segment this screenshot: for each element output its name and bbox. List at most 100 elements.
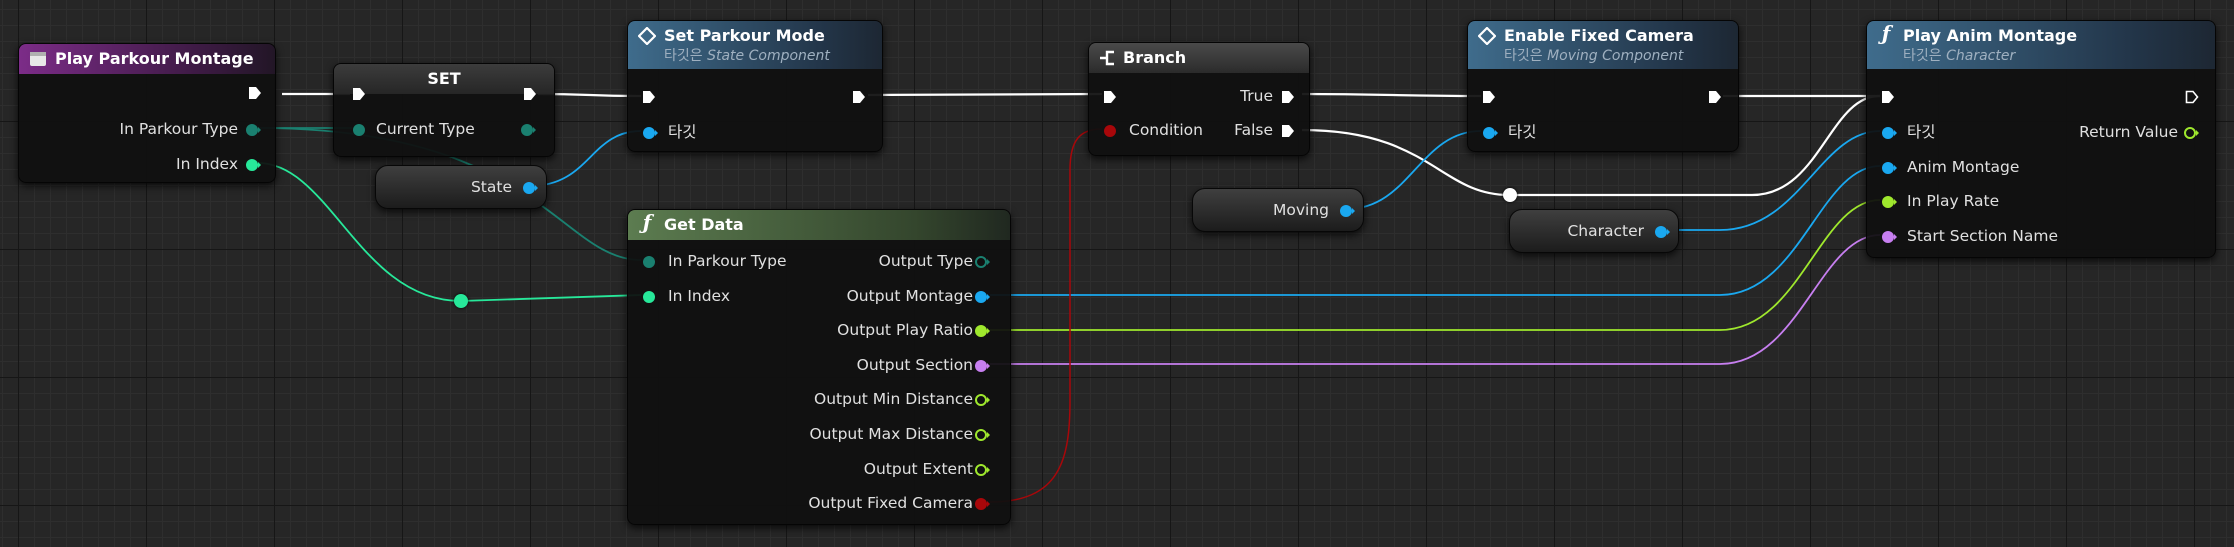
pin-label-in-play-rate: In Play Rate <box>1907 192 2000 210</box>
int-wire-knot-to-getdata <box>460 294 642 302</box>
pin-label-in-index: In Index <box>668 287 730 305</box>
output-extent-pin[interactable] <box>974 462 990 476</box>
node-header: ƒ Play Anim Montage 타깃은 Character <box>1867 21 2215 69</box>
exec-wire-true-to-camera <box>1301 92 1482 98</box>
output-max-distance-pin[interactable] <box>974 427 990 441</box>
var-label: Character <box>1567 222 1644 240</box>
exec-out-pin[interactable] <box>248 85 262 99</box>
target-in-pin[interactable] <box>1482 125 1498 139</box>
object-wire-moving-to-camera <box>1346 130 1482 210</box>
node-play-parkour-montage[interactable]: Play Parkour Montage In Parkour Type In … <box>18 43 276 183</box>
exec-out-pin[interactable] <box>2185 89 2199 104</box>
function-diamond-icon <box>638 27 656 45</box>
function-icon: ƒ <box>642 210 652 234</box>
output-type-pin[interactable] <box>974 254 990 268</box>
output-section-pin[interactable] <box>974 358 990 372</box>
node-enable-fixed-camera[interactable]: Enable Fixed Camera 타깃은 Moving Component… <box>1467 20 1739 152</box>
pin-label-output-montage: Output Montage <box>846 287 973 305</box>
object-wire-montage-to-anim <box>990 165 1881 296</box>
node-subtitle: 타깃은 State Component <box>664 48 830 64</box>
exec-in-pin[interactable] <box>642 89 656 103</box>
start-section-name-in-pin[interactable] <box>1881 229 1897 243</box>
character-out-pin[interactable] <box>1654 224 1670 238</box>
pin-label-condition: Condition <box>1129 121 1203 139</box>
var-moving[interactable]: Moving <box>1192 188 1364 232</box>
exec-out-pin[interactable] <box>1708 89 1722 103</box>
anim-montage-in-pin[interactable] <box>1881 160 1897 174</box>
exec-in-pin[interactable] <box>352 86 366 100</box>
node-title: Enable Fixed Camera <box>1504 26 1694 45</box>
node-subtitle: 타깃은 Moving Component <box>1504 48 1684 64</box>
node-title: Set Parkour Mode <box>664 26 825 45</box>
node-set-current-type[interactable]: SET Current Type <box>333 63 555 157</box>
event-icon <box>29 50 47 68</box>
pin-label-start-section-name: Start Section Name <box>1907 227 2059 245</box>
node-branch[interactable]: Branch True Condition False <box>1088 42 1310 156</box>
current-type-out-pin[interactable] <box>520 122 536 136</box>
pin-label-current-type: Current Type <box>376 120 475 138</box>
exec-out-pin[interactable] <box>523 86 537 100</box>
node-title: Play Parkour Montage <box>55 49 254 68</box>
exec-out-pin[interactable] <box>852 89 866 103</box>
node-title: SET <box>427 69 461 88</box>
pin-label-target: 타깃 <box>1508 123 1537 141</box>
pin-label-in-parkour-type: In Parkour Type <box>668 252 787 270</box>
pin-label-in-parkour-type: In Parkour Type <box>119 120 238 138</box>
pin-label-target: 타깃 <box>668 123 697 141</box>
node-title: Play Anim Montage <box>1903 26 2078 45</box>
reroute-knot-exec[interactable] <box>1503 188 1517 202</box>
pin-label-target: 타깃 <box>1907 123 1936 141</box>
float-wire-playratio-to-anim <box>990 199 1881 331</box>
pin-label-output-section: Output Section <box>856 356 973 374</box>
node-header: ƒ Get Data <box>628 210 1010 240</box>
in-play-rate-in-pin[interactable] <box>1881 194 1897 208</box>
node-play-anim-montage[interactable]: ƒ Play Anim Montage 타깃은 Character 타깃 Ret… <box>1866 20 2216 258</box>
moving-out-pin[interactable] <box>1339 203 1355 217</box>
function-diamond-icon <box>1478 27 1496 45</box>
reroute-knot-index[interactable] <box>454 294 468 308</box>
node-header: Enable Fixed Camera 타깃은 Moving Component <box>1468 21 1738 69</box>
node-subtitle: 타깃은 Character <box>1903 48 2016 64</box>
var-character[interactable]: Character <box>1509 209 1679 253</box>
pin-label-output-play-ratio: Output Play Ratio <box>837 321 973 339</box>
branch-icon <box>1099 49 1117 67</box>
pin-label-output-min-distance: Output Min Distance <box>814 390 973 408</box>
in-index-out-pin[interactable] <box>245 157 261 171</box>
output-play-ratio-pin[interactable] <box>974 323 990 337</box>
pin-label-output-fixed-camera: Output Fixed Camera <box>808 494 973 512</box>
condition-in-pin[interactable] <box>1103 123 1117 137</box>
in-parkour-type-out-pin[interactable] <box>245 122 261 136</box>
var-label: State <box>470 178 512 196</box>
current-type-in-pin[interactable] <box>352 122 366 136</box>
pin-label-output-type: Output Type <box>878 252 973 270</box>
node-header: Branch <box>1089 43 1309 73</box>
node-title: Get Data <box>664 215 744 234</box>
exec-in-pin[interactable] <box>1881 89 1895 103</box>
var-state[interactable]: State <box>375 165 547 209</box>
pin-label-in-index: In Index <box>176 155 238 173</box>
node-header: SET <box>334 64 554 94</box>
false-out-pin[interactable] <box>1281 123 1295 137</box>
pin-label-true: True <box>1240 87 1273 105</box>
return-value-pin[interactable] <box>2183 125 2199 139</box>
node-header: Play Parkour Montage <box>19 44 275 74</box>
node-get-data[interactable]: ƒ Get Data In Parkour Type In Index Outp… <box>627 209 1011 525</box>
exec-in-pin[interactable] <box>1103 89 1117 103</box>
pin-label-false: False <box>1234 121 1273 139</box>
output-montage-pin[interactable] <box>974 289 990 303</box>
exec-wire-mode-to-branch <box>867 92 1103 97</box>
state-out-pin[interactable] <box>522 180 538 194</box>
pin-label-anim-montage: Anim Montage <box>1907 158 2020 176</box>
in-parkour-type-in-pin[interactable] <box>642 254 656 268</box>
pin-label-output-extent: Output Extent <box>863 460 973 478</box>
true-out-pin[interactable] <box>1281 89 1295 103</box>
name-wire-section-to-anim <box>990 234 1881 365</box>
node-set-parkour-mode[interactable]: Set Parkour Mode 타깃은 State Component 타깃 <box>627 20 883 152</box>
target-in-pin[interactable] <box>642 125 658 139</box>
output-min-distance-pin[interactable] <box>974 392 990 406</box>
exec-in-pin[interactable] <box>1482 89 1496 103</box>
pin-label-return-value: Return Value <box>2079 123 2178 141</box>
in-index-in-pin[interactable] <box>642 289 656 303</box>
target-in-pin[interactable] <box>1881 125 1897 139</box>
output-fixed-camera-pin[interactable] <box>974 496 990 510</box>
